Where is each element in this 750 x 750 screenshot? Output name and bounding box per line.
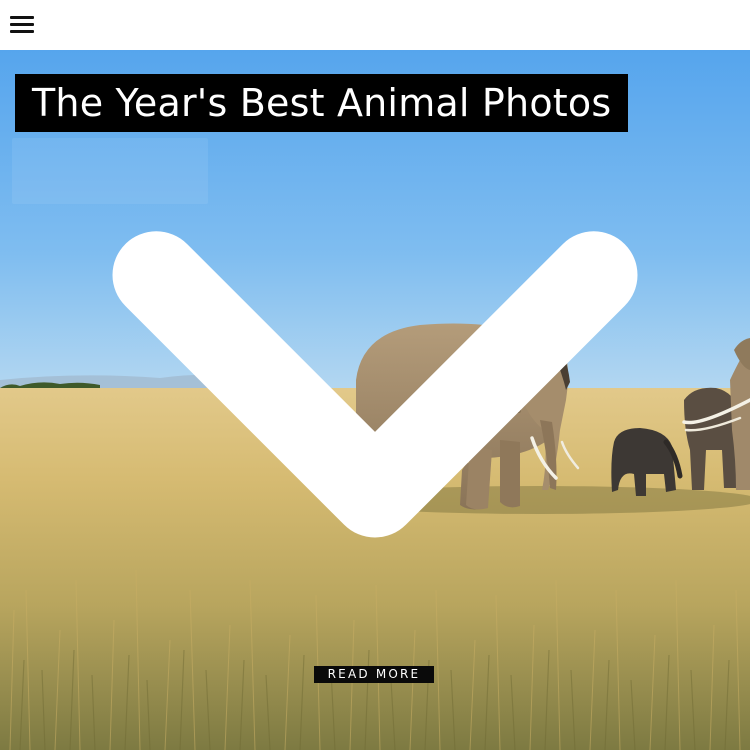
hamburger-menu-icon[interactable] (8, 12, 36, 38)
menu-line (10, 30, 34, 33)
chevron-down-icon[interactable] (0, 50, 750, 750)
menu-line (10, 23, 34, 26)
top-bar (0, 0, 750, 50)
hero-section: The Year's Best Animal Photos READ MORE (0, 50, 750, 750)
app-root: The Year's Best Animal Photos READ MORE (0, 0, 750, 750)
menu-line (10, 16, 34, 19)
